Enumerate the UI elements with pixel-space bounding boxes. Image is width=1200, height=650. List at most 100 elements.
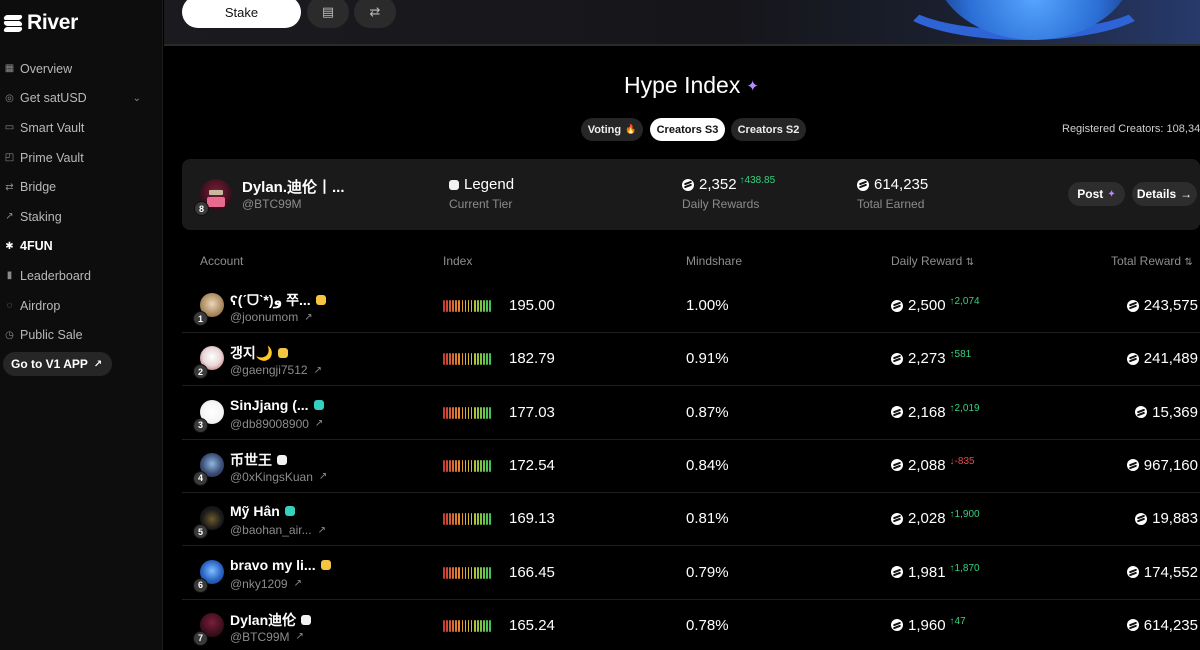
header-total-reward[interactable]: Total Reward ⇅ bbox=[1111, 254, 1193, 268]
rank-badge: 7 bbox=[193, 630, 208, 646]
tab-creators-s2[interactable]: Creators S2 bbox=[731, 118, 806, 141]
sidebar-item-overview[interactable]: ▦ Overview bbox=[0, 54, 163, 84]
sidebar-item-4fun[interactable]: ✱ 4FUN bbox=[0, 232, 163, 262]
index-meter-bar bbox=[461, 459, 464, 472]
header-index: Index bbox=[443, 254, 473, 268]
table-row[interactable]: 7 Dylan迪伦 @BTC99M ↗ 165.24 0.78% 1,960 ↑47 614,2… bbox=[182, 600, 1200, 650]
sidebar-item-label: Get satUSD bbox=[20, 91, 87, 106]
table-row[interactable]: 2 갱지🌙 @gaengji7512 ↗ 182.79 0.91% 2,273 ↑581 241… bbox=[182, 333, 1200, 387]
river-coin-icon bbox=[1126, 352, 1139, 365]
index-meter bbox=[443, 300, 491, 312]
sidebar-item-prime-vault[interactable]: ◰ Prime Vault bbox=[0, 143, 163, 173]
index-meter-bar bbox=[446, 300, 448, 312]
daily-reward: 1,981 ↑1,870 bbox=[891, 562, 980, 581]
account-name[interactable]: 币世王 bbox=[230, 450, 287, 470]
index-meter-bar bbox=[483, 513, 485, 526]
wallet-button[interactable]: ▤ bbox=[307, 0, 349, 28]
account-handle[interactable]: @joonumom ↗ bbox=[230, 310, 313, 324]
account-handle[interactable]: @0xKingsKuan ↗ bbox=[230, 470, 327, 484]
swap-button[interactable]: ⇄ bbox=[354, 0, 396, 28]
account-name-text: bravo my li... bbox=[230, 556, 316, 573]
table-row[interactable]: 1 ʕ(ˊᗜˋ*)و 쭈... @joonumom ↗ 195.00 1.00% 2,500… bbox=[182, 280, 1200, 333]
account-name[interactable]: SinJjang (... bbox=[230, 397, 324, 413]
index-meter-bar bbox=[486, 513, 488, 526]
river-coin-icon bbox=[682, 178, 694, 191]
index-meter-bar bbox=[477, 566, 479, 579]
daily-reward-delta: ↑2,019 bbox=[949, 402, 980, 414]
index-meter-bar bbox=[467, 566, 470, 579]
account-name[interactable]: 갱지🌙 bbox=[230, 343, 289, 363]
verified-badge-icon bbox=[313, 399, 324, 410]
index-meter-bar bbox=[489, 406, 491, 419]
leaderboard-icon: ▮ bbox=[6, 270, 13, 282]
table-row[interactable]: 3 SinJjang (... @db89008900 ↗ 177.03 0.87% 2,1… bbox=[182, 387, 1200, 440]
daily-reward-value: 1,960 bbox=[908, 616, 946, 634]
total-reward-value: 174,552 bbox=[1143, 563, 1198, 581]
go-to-v1-label: Go to V1 APP bbox=[11, 357, 88, 371]
index-meter-bar bbox=[477, 513, 479, 526]
index-meter-bar bbox=[464, 300, 467, 312]
daily-reward-delta: ↑1,870 bbox=[949, 562, 980, 574]
sort-icon: ⇅ bbox=[965, 257, 975, 268]
mindshare-value: 1.00% bbox=[686, 297, 729, 314]
account-handle[interactable]: @baohan_air... ↗ bbox=[230, 523, 326, 537]
table-row[interactable]: 5 Mỹ Hân @baohan_air... ↗ 169.13 0.81% 2,028 ↑1… bbox=[182, 493, 1200, 547]
details-button[interactable]: Details → bbox=[1132, 182, 1197, 206]
table-row[interactable]: 4 币世王 @0xKingsKuan ↗ 172.54 0.84% 2,088 ↓-835 96… bbox=[182, 440, 1200, 493]
index-meter-bar bbox=[455, 406, 457, 419]
index-meter-bar bbox=[483, 300, 485, 312]
index-meter-bar bbox=[443, 459, 445, 472]
sidebar-item-public-sale[interactable]: ◷ Public Sale bbox=[0, 320, 163, 350]
river-coin-icon bbox=[1135, 512, 1148, 525]
my-rank-badge: 8 bbox=[194, 201, 209, 216]
account-handle[interactable]: @BTC99M ↗ bbox=[230, 630, 304, 644]
index-meter-bar bbox=[489, 566, 491, 579]
sidebar-item-get-satusd[interactable]: ◎ Get satUSD ⌄ bbox=[0, 84, 163, 114]
index-meter-bar bbox=[446, 566, 448, 579]
sidebar-item-bridge[interactable]: ⇄ Bridge bbox=[0, 172, 163, 202]
index-meter-bar bbox=[443, 513, 445, 526]
account-name[interactable]: ʕ(ˊᗜˋ*)و 쭈... bbox=[230, 290, 326, 310]
page-title: Hype Index ✦ bbox=[624, 72, 759, 99]
index-meter-bar bbox=[470, 353, 473, 366]
index-meter-bar bbox=[458, 300, 461, 312]
index-meter-bar bbox=[480, 406, 482, 419]
index-meter-bar bbox=[489, 353, 491, 366]
daily-reward-value: 1,981 bbox=[908, 563, 946, 581]
sidebar-item-label: Staking bbox=[20, 209, 62, 224]
tab-voting[interactable]: Voting 🔥 bbox=[581, 118, 643, 141]
header-daily-reward[interactable]: Daily Reward ⇅ bbox=[891, 254, 974, 268]
account-name[interactable]: bravo my li... bbox=[230, 557, 331, 573]
account-name[interactable]: Mỹ Hân bbox=[230, 503, 295, 519]
daily-reward-value: 2,168 bbox=[908, 403, 946, 421]
account-handle[interactable]: @db89008900 ↗ bbox=[230, 417, 323, 431]
mindshare-value: 0.91% bbox=[686, 350, 729, 368]
account-handle[interactable]: @nky1209 ↗ bbox=[230, 577, 302, 591]
my-daily-delta: ↑438.85 bbox=[739, 175, 776, 186]
page-title-text: Hype Index bbox=[624, 72, 741, 98]
external-link-icon: ↗ bbox=[317, 524, 326, 536]
stake-button[interactable]: Stake bbox=[182, 0, 301, 28]
index-meter-bar bbox=[452, 566, 454, 579]
account-handle-text: @BTC99M bbox=[230, 629, 290, 644]
index-meter-bar bbox=[470, 459, 473, 472]
go-to-v1-button[interactable]: Go to V1 APP ↗ bbox=[3, 352, 113, 376]
post-button[interactable]: Post ✦ bbox=[1068, 182, 1125, 206]
index-meter-bar bbox=[477, 300, 479, 312]
sidebar-item-leaderboard[interactable]: ▮ Leaderboard bbox=[0, 261, 163, 291]
river-logo[interactable]: River bbox=[3, 11, 78, 35]
chevron-down-icon[interactable]: ⌄ bbox=[133, 93, 141, 104]
rank-badge: 6 bbox=[193, 577, 208, 593]
index-meter-bar bbox=[455, 566, 457, 579]
sidebar-item-smart-vault[interactable]: ▭ Smart Vault bbox=[0, 113, 163, 143]
tab-creators-s3[interactable]: Creators S3 bbox=[650, 118, 725, 141]
table-row[interactable]: 6 bravo my li... @nky1209 ↗ 166.45 0.79% 1,981… bbox=[182, 547, 1200, 600]
sparkle-icon: ✦ bbox=[1107, 188, 1116, 200]
index-meter-bar bbox=[443, 619, 445, 632]
sidebar-item-airdrop[interactable]: ◌ Airdrop bbox=[0, 291, 163, 321]
account-name[interactable]: Dylan迪伦 bbox=[230, 610, 312, 630]
index-meter-bar bbox=[486, 459, 488, 472]
index-meter-bar bbox=[489, 513, 491, 526]
sidebar-item-staking[interactable]: ↗ Staking bbox=[0, 202, 163, 232]
account-handle[interactable]: @gaengji7512 ↗ bbox=[230, 363, 322, 377]
